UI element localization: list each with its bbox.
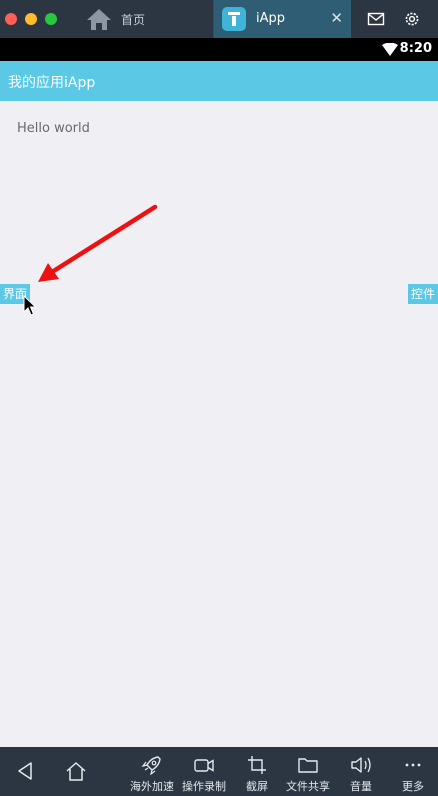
back-icon[interactable] [16, 761, 34, 781]
screenshot-button[interactable]: 截屏 [246, 747, 268, 796]
overseas-acceleration-label: 海外加速 [130, 780, 174, 793]
minimize-window-button[interactable] [25, 13, 37, 25]
tab-home-label: 首页 [121, 12, 146, 27]
app-action-bar: 我的应用iApp [0, 61, 438, 101]
more-button[interactable]: 更多 [402, 747, 424, 796]
file-share-label: 文件共享 [286, 780, 330, 793]
video-record-icon [194, 759, 214, 772]
mail-icon[interactable] [367, 10, 385, 28]
more-label: 更多 [402, 780, 424, 793]
iapp-icon [222, 7, 246, 31]
tab-iapp-label: iApp [256, 11, 286, 26]
close-window-button[interactable] [5, 13, 17, 25]
red-arrow-annotation [38, 204, 158, 282]
bottom-toolbar: 海外加速 操作录制 截屏 文件共享 音量 更多 [0, 747, 438, 796]
controls-side-tab[interactable]: 控件 [407, 284, 438, 304]
close-icon[interactable]: ✕ [330, 9, 343, 27]
maximize-window-button[interactable] [45, 13, 57, 25]
tab-iapp[interactable]: iApp ✕ [213, 0, 351, 38]
file-share-button[interactable]: 文件共享 [286, 747, 330, 796]
tab-home[interactable]: 首页 [82, 0, 145, 38]
more-icon [405, 763, 421, 767]
hello-world-text: Hello world [17, 121, 90, 136]
operation-record-button[interactable]: 操作录制 [182, 747, 226, 796]
interface-side-tab[interactable]: 界面 [0, 284, 31, 304]
volume-icon [351, 757, 371, 773]
rocket-icon [141, 756, 161, 775]
settings-gear-icon[interactable] [403, 10, 421, 28]
annotation-overlay [23, 204, 158, 316]
app-title: 我的应用iApp [8, 75, 96, 91]
status-time: 8:20 [399, 41, 432, 56]
emulator-frame: 首页 iApp ✕ 8:20 我的应用iApp Hello world 界面 控… [0, 0, 438, 796]
screenshot-label: 截屏 [246, 780, 268, 793]
crop-icon [248, 756, 266, 774]
folder-icon [298, 758, 318, 773]
wifi-icon [382, 43, 398, 56]
window-titlebar: 首页 iApp ✕ [0, 0, 438, 38]
volume-button[interactable]: 音量 [349, 747, 373, 796]
home-icon[interactable] [65, 761, 87, 781]
overseas-acceleration-button[interactable]: 海外加速 [130, 747, 174, 796]
operation-record-label: 操作录制 [182, 780, 226, 793]
home-icon [87, 9, 111, 30]
status-bar: 8:20 [0, 38, 438, 61]
volume-label: 音量 [350, 780, 372, 793]
